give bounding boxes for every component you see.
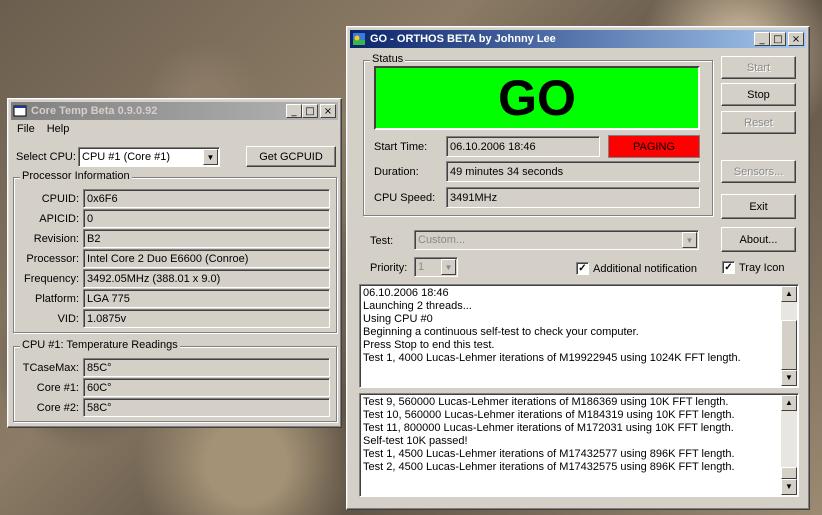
cpu-speed-label: CPU Speed: [374, 192, 436, 204]
orthos-window: GO - ORTHOS BETA by Johnny Lee _ □ × Sta… [346, 26, 810, 510]
processor-value: Intel Core 2 Duo E6600 (Conroe) [83, 249, 330, 268]
stop-button[interactable]: Stop [721, 83, 796, 106]
priority-dropdown[interactable]: 1 ▼ [414, 257, 458, 277]
apicid-label: APICID: [39, 213, 79, 225]
orthos-titlebar[interactable]: GO - ORTHOS BETA by Johnny Lee _ □ × [350, 30, 806, 48]
reset-button[interactable]: Reset [721, 111, 796, 134]
revision-label: Revision: [33, 233, 79, 245]
duration-value: 49 minutes 34 seconds [446, 161, 700, 182]
select-cpu-value: CPU #1 (Core #1) [82, 151, 171, 163]
scroll-down-icon[interactable]: ▼ [781, 370, 797, 386]
cpuid-value: 0x6F6 [83, 189, 330, 208]
processor-info-title: Processor Information [20, 170, 132, 182]
cpuid-label: CPUID: [41, 193, 79, 205]
temps-title: CPU #1: Temperature Readings [20, 339, 180, 351]
scroll-thumb[interactable] [781, 467, 797, 479]
frequency-label: Frequency: [23, 273, 79, 285]
start-time-value: 06.10.2006 18:46 [446, 136, 600, 157]
minimize-icon[interactable]: _ [286, 104, 302, 118]
coretemp-title: Core Temp Beta 0.9.0.92 [31, 105, 158, 117]
log-line: Test 10, 560000 Lucas-Lehmer iterations … [363, 409, 735, 421]
start-time-label: Start Time: [374, 141, 428, 153]
log-line: Self-test 10K passed! [363, 435, 468, 447]
select-cpu-label: Select CPU: [16, 151, 76, 163]
core1-temp-label: Core #1: [36, 382, 79, 394]
go-indicator: GO [374, 66, 700, 130]
platform-value: LGA 775 [83, 289, 330, 308]
log-line: Using CPU #0 [363, 313, 433, 325]
log-line: Press Stop to end this test. [363, 339, 495, 351]
get-gcpuid-button[interactable]: Get GCPUID [246, 146, 336, 167]
about-button[interactable]: About... [721, 227, 796, 252]
start-button[interactable]: Start [721, 56, 796, 79]
scroll-thumb[interactable] [781, 320, 797, 370]
chevron-down-icon[interactable]: ▼ [441, 259, 456, 275]
test-label: Test: [370, 235, 394, 247]
tray-icon-label: Tray Icon [739, 262, 785, 274]
log-line: Test 11, 800000 Lucas-Lehmer iterations … [363, 422, 734, 434]
tcasemax-label: TCaseMax: [22, 362, 79, 374]
maximize-icon[interactable]: □ [770, 32, 786, 46]
revision-value: B2 [83, 229, 330, 248]
maximize-icon[interactable]: □ [302, 104, 318, 118]
duration-label: Duration: [374, 166, 419, 178]
vid-value: 1.0875v [83, 309, 330, 328]
menu-file[interactable]: File [17, 123, 35, 135]
vid-label: VID: [57, 313, 79, 325]
log-line: Test 9, 560000 Lucas-Lehmer iterations o… [363, 396, 729, 408]
close-icon[interactable]: × [320, 104, 336, 118]
log-line: Beginning a continuous self-test to chec… [363, 326, 639, 338]
scrollbar[interactable]: ▲ ▼ [781, 286, 797, 386]
log-line: Launching 2 threads... [363, 300, 472, 312]
log-line: 06.10.2006 18:46 [363, 287, 449, 299]
additional-notification-checkbox[interactable]: ✓ [576, 262, 589, 275]
log-output-bottom[interactable]: Test 9, 560000 Lucas-Lehmer iterations o… [359, 393, 799, 497]
log-line: Test 1, 4000 Lucas-Lehmer iterations of … [363, 352, 741, 364]
log-line: Test 1, 4500 Lucas-Lehmer iterations of … [363, 448, 735, 460]
platform-label: Platform: [34, 293, 79, 305]
core1-temp-value: 60C° [83, 378, 330, 397]
log-output-top[interactable]: 06.10.2006 18:46 Launching 2 threads... Us… [359, 284, 799, 388]
go-text: GO [498, 70, 576, 126]
coretemp-titlebar[interactable]: Core Temp Beta 0.9.0.92 _ □ × [11, 102, 338, 120]
select-cpu-dropdown[interactable]: CPU #1 (Core #1) ▼ [78, 147, 220, 167]
frequency-value: 3492.05MHz (388.01 x 9.0) [83, 269, 330, 288]
sensors-button[interactable]: Sensors... [721, 160, 796, 183]
apicid-value: 0 [83, 209, 330, 228]
tray-icon-checkbox[interactable]: ✓ [722, 261, 735, 274]
core2-temp-value: 58C° [83, 398, 330, 417]
close-icon[interactable]: × [788, 32, 804, 46]
menu-help[interactable]: Help [47, 123, 70, 135]
coretemp-app-icon [13, 105, 27, 117]
orthos-app-icon [353, 33, 365, 45]
cpu-speed-value: 3491MHz [446, 187, 700, 208]
test-dropdown[interactable]: Custom... ▼ [414, 230, 699, 250]
tcasemax-value: 85C° [83, 358, 330, 377]
exit-button[interactable]: Exit [721, 194, 796, 219]
scroll-down-icon[interactable]: ▼ [781, 479, 797, 495]
core2-temp-label: Core #2: [36, 402, 79, 414]
status-title: Status [370, 53, 406, 65]
processor-label: Processor: [26, 253, 79, 265]
scrollbar[interactable]: ▲ ▼ [781, 395, 797, 495]
log-line: Test 2, 4500 Lucas-Lehmer iterations of … [363, 461, 735, 473]
orthos-title: GO - ORTHOS BETA by Johnny Lee [370, 33, 556, 45]
additional-notification-label: Additional notification [593, 263, 697, 275]
scroll-up-icon[interactable]: ▲ [781, 395, 797, 411]
chevron-down-icon[interactable]: ▼ [203, 149, 218, 165]
chevron-down-icon[interactable]: ▼ [682, 232, 697, 248]
priority-label: Priority: [370, 262, 408, 274]
paging-indicator: PAGING [608, 135, 700, 158]
minimize-icon[interactable]: _ [754, 32, 770, 46]
scroll-up-icon[interactable]: ▲ [781, 286, 797, 302]
coretemp-window: Core Temp Beta 0.9.0.92 _ □ × File Help … [7, 98, 342, 428]
